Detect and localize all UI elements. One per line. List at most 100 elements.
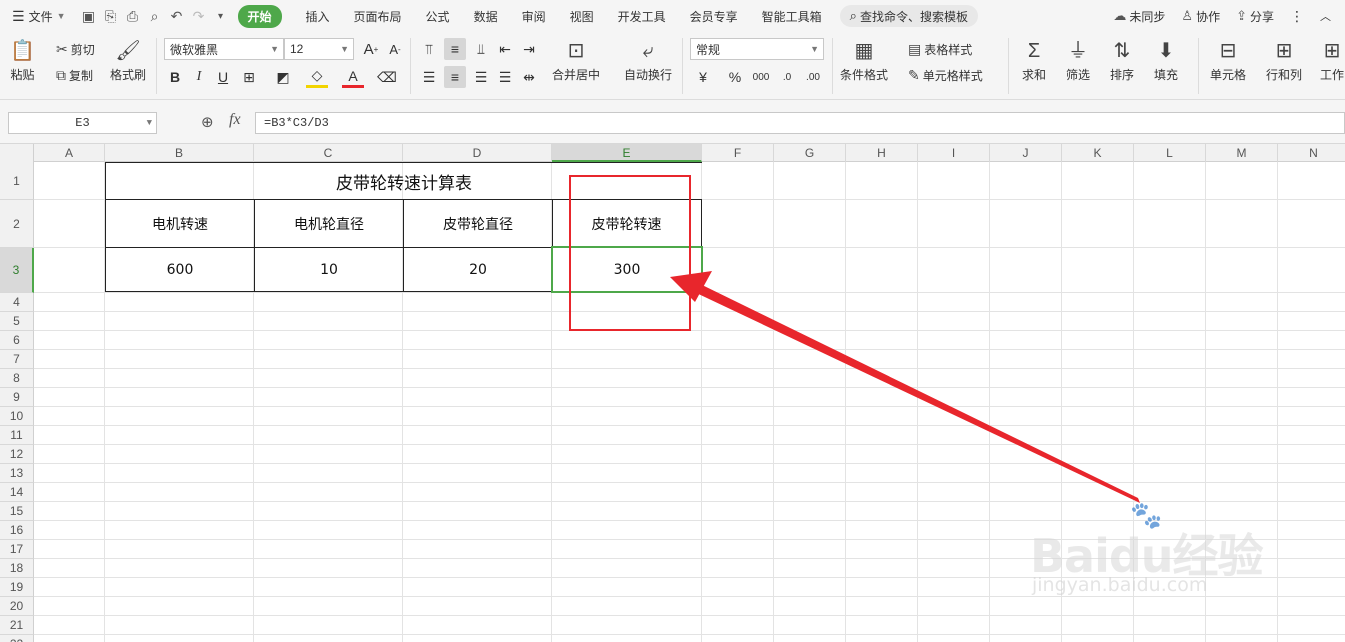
tab-formulas[interactable]: 公式 bbox=[414, 0, 462, 32]
name-box[interactable]: E3 ▼ bbox=[8, 112, 157, 134]
clipboard-icon: 📋 bbox=[10, 40, 35, 62]
tab-review[interactable]: 审阅 bbox=[510, 0, 558, 32]
italic-icon[interactable]: I bbox=[188, 66, 210, 88]
worksheet-label: 工作 bbox=[1320, 68, 1345, 82]
print-preview-icon[interactable]: ⌕ bbox=[144, 0, 166, 32]
thousands-icon[interactable]: 000 bbox=[750, 66, 772, 88]
tab-developer[interactable]: 开发工具 bbox=[606, 0, 678, 32]
tab-member[interactable]: 会员专享 bbox=[678, 0, 750, 32]
spreadsheet-grid[interactable]: ABCDEFGHIJKLMN 1 2 3 4 5 6 7 8 9 10 11 12 13 14 15 16 17… bbox=[0, 144, 1345, 642]
decrease-font-icon[interactable]: A- bbox=[384, 38, 406, 60]
paste-label: 粘贴 bbox=[10, 68, 35, 82]
align-middle-icon[interactable]: ≡ bbox=[444, 38, 466, 60]
formula-input[interactable]: =B3*C3/D3 bbox=[255, 112, 1345, 134]
copy-button[interactable]: ⧉ 复制 bbox=[56, 67, 93, 84]
worksheet-icon: ⊞ bbox=[1323, 40, 1341, 62]
search-icon: ⌕ bbox=[849, 8, 857, 23]
command-search[interactable]: ⌕ 查找命令、搜索模板 bbox=[839, 5, 978, 27]
tab-home-label: 开始 bbox=[237, 4, 282, 28]
print-icon[interactable]: ⎙ bbox=[122, 0, 144, 32]
indent-increase-icon[interactable]: ⇥ bbox=[518, 38, 540, 60]
fill-color-icon[interactable]: ◩ bbox=[272, 66, 294, 88]
font-size-value: 12 bbox=[290, 42, 304, 56]
align-bottom-icon[interactable]: ⫫ bbox=[470, 38, 492, 60]
align-center-icon[interactable]: ≡ bbox=[444, 66, 466, 88]
clear-format-icon[interactable]: ⌫ bbox=[376, 66, 398, 88]
filter-label: 筛选 bbox=[1066, 68, 1091, 82]
sort-label: 排序 bbox=[1110, 68, 1135, 82]
ribbon: 📋 粘贴 ✂ 剪切 ⧉ 复制 🖌 格式刷 微软雅黑 ▼ 12 ▼ A + A- B I U… bbox=[0, 32, 1345, 100]
collab-button[interactable]: ♙ 协作 bbox=[1173, 8, 1228, 25]
more-button[interactable]: ⋮ bbox=[1282, 8, 1312, 25]
percent-icon[interactable]: % bbox=[724, 66, 746, 88]
file-menu[interactable]: ☰ 文件 ▼ bbox=[0, 0, 78, 32]
highlight-icon[interactable]: ◇ bbox=[306, 66, 328, 88]
cell-icon: ⊟ bbox=[1219, 40, 1237, 62]
merge-center-button[interactable]: ⊡ 合并居中 bbox=[552, 38, 600, 83]
fill-button[interactable]: ⬇ 填充 bbox=[1154, 38, 1178, 83]
save-icon[interactable]: ▣ bbox=[78, 0, 100, 32]
tab-insert[interactable]: 插入 bbox=[294, 0, 342, 32]
tab-home[interactable]: 开始 bbox=[232, 0, 294, 32]
align-left-icon[interactable]: ☰ bbox=[418, 66, 440, 88]
brush-icon: 🖌 bbox=[115, 40, 141, 62]
align-top-icon[interactable]: ⫪ bbox=[418, 38, 440, 60]
underline-icon[interactable]: U bbox=[212, 66, 234, 88]
redo-icon[interactable]: ↷ bbox=[188, 0, 210, 32]
align-right-icon[interactable]: ☰ bbox=[470, 66, 492, 88]
font-name-select[interactable]: 微软雅黑 ▼ bbox=[164, 38, 284, 60]
fx-icon[interactable]: fx bbox=[229, 111, 241, 129]
currency-icon[interactable]: ¥ bbox=[692, 66, 714, 88]
wrap-text-button[interactable]: ⤶ 自动换行 bbox=[624, 38, 672, 83]
increase-decimal-icon[interactable]: .0 bbox=[776, 66, 798, 88]
conditional-format-button[interactable]: ▦ 条件格式 bbox=[840, 38, 888, 83]
hamburger-icon: ☰ bbox=[12, 7, 25, 24]
collab-label: 协作 bbox=[1196, 9, 1221, 24]
sort-button[interactable]: ⇅ 排序 bbox=[1110, 38, 1134, 83]
rows-cols-button[interactable]: ⊞ 行和列 bbox=[1266, 38, 1302, 83]
chevron-down-icon: ▼ bbox=[56, 11, 66, 21]
share-button[interactable]: ⇪ 分享 bbox=[1228, 8, 1282, 25]
format-painter-button[interactable]: 🖌 格式刷 bbox=[110, 38, 146, 83]
font-color-icon[interactable]: A bbox=[342, 66, 364, 88]
border-icon[interactable]: ⊞ bbox=[238, 66, 260, 88]
tab-data[interactable]: 数据 bbox=[462, 0, 510, 32]
sort-icon: ⇅ bbox=[1113, 40, 1131, 62]
paste-button[interactable]: 📋 粘贴 bbox=[10, 38, 35, 83]
divider bbox=[156, 38, 157, 94]
sum-label: 求和 bbox=[1022, 68, 1047, 82]
collapse-ribbon-button[interactable]: ︿ bbox=[1312, 8, 1339, 24]
decrease-decimal-icon[interactable]: .00 bbox=[802, 66, 824, 88]
zoom-icon[interactable]: ⊕ bbox=[201, 113, 214, 131]
font-size-select[interactable]: 12 ▼ bbox=[284, 38, 354, 60]
customize-icon[interactable]: ▾ bbox=[210, 0, 232, 32]
undo-icon[interactable]: ↶ bbox=[166, 0, 188, 32]
share-icon: ⇪ bbox=[1236, 8, 1247, 23]
tab-smart-tools[interactable]: 智能工具箱 bbox=[750, 0, 834, 32]
number-format-select[interactable]: 常规 ▼ bbox=[690, 38, 824, 60]
chevron-down-icon: ▼ bbox=[146, 118, 152, 128]
cell-label: 单元格 bbox=[1210, 68, 1247, 82]
worksheet-button[interactable]: ⊞ 工作 bbox=[1320, 38, 1344, 83]
increase-font-icon[interactable]: A + bbox=[360, 38, 382, 60]
name-box-value: E3 bbox=[75, 116, 90, 130]
chevron-up-icon: ︿ bbox=[1320, 11, 1331, 23]
number-format-value: 常规 bbox=[696, 42, 721, 57]
cell-button[interactable]: ⊟ 单元格 bbox=[1210, 38, 1246, 83]
indent-decrease-icon[interactable]: ⇤ bbox=[494, 38, 516, 60]
cell-style-button[interactable]: ✎ 单元格样式 bbox=[908, 67, 983, 84]
export-icon[interactable]: ⎘ bbox=[100, 0, 122, 32]
tab-page-layout[interactable]: 页面布局 bbox=[342, 0, 414, 32]
cut-button[interactable]: ✂ 剪切 bbox=[56, 41, 95, 58]
rows-cols-icon: ⊞ bbox=[1275, 40, 1293, 62]
justify-icon[interactable]: ☰ bbox=[494, 66, 516, 88]
tab-view[interactable]: 视图 bbox=[558, 0, 606, 32]
sum-button[interactable]: Σ 求和 bbox=[1022, 38, 1046, 83]
distributed-icon[interactable]: ⇹ bbox=[518, 66, 540, 88]
table-style-button[interactable]: ▤ 表格样式 bbox=[908, 41, 972, 58]
divider bbox=[410, 38, 411, 94]
bold-icon[interactable]: B bbox=[164, 66, 186, 88]
grid-icon: ▦ bbox=[854, 40, 874, 62]
sync-button[interactable]: ☁ 未同步 bbox=[1105, 8, 1173, 25]
filter-button[interactable]: ⏚ 筛选 bbox=[1066, 38, 1090, 83]
